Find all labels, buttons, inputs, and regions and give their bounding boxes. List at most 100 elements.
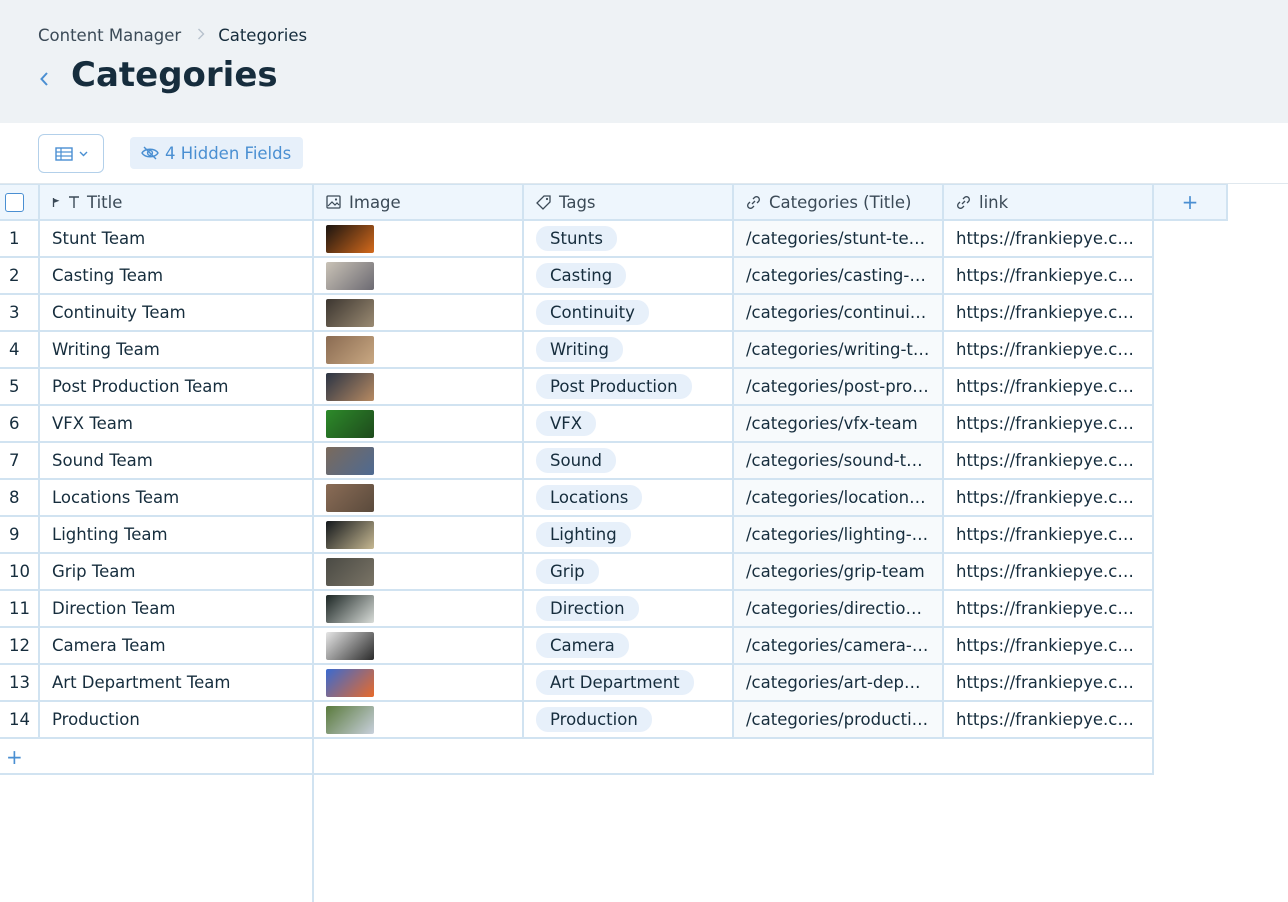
tags-cell[interactable]: Lighting <box>524 517 734 554</box>
link-cell[interactable]: https://frankiepye.com <box>944 332 1154 369</box>
categories-cell[interactable]: /categories/casting-team <box>734 258 944 295</box>
title-cell[interactable]: Writing Team <box>40 332 314 369</box>
link-cell[interactable]: https://frankiepye.com <box>944 554 1154 591</box>
image-thumbnail[interactable] <box>326 446 374 475</box>
categories-cell[interactable]: /categories/vfx-team <box>734 406 944 443</box>
title-cell[interactable]: Lighting Team <box>40 517 314 554</box>
link-cell[interactable]: https://frankiepye.com <box>944 517 1154 554</box>
image-thumbnail[interactable] <box>326 520 374 549</box>
table-row[interactable]: 10 Grip Team Grip/categories/grip-team http… <box>0 554 1154 591</box>
image-thumbnail[interactable] <box>326 298 374 327</box>
image-cell[interactable] <box>314 480 524 517</box>
hidden-fields-button[interactable]: 4 Hidden Fields <box>130 137 304 169</box>
title-cell[interactable]: VFX Team <box>40 406 314 443</box>
title-cell[interactable]: Sound Team <box>40 443 314 480</box>
link-cell[interactable]: https://frankiepye.com <box>944 591 1154 628</box>
image-thumbnail[interactable] <box>326 483 374 512</box>
link-cell[interactable]: https://frankiepye.com <box>944 443 1154 480</box>
image-cell[interactable] <box>314 628 524 665</box>
table-row[interactable]: 13 Art Department Team Art Department/cate… <box>0 665 1154 702</box>
tags-cell[interactable]: Sound <box>524 443 734 480</box>
table-row[interactable]: 7 Sound Team Sound/categories/sound-team ht… <box>0 443 1154 480</box>
column-header-title[interactable]: Title <box>40 184 314 221</box>
add-row-button[interactable]: + <box>0 738 314 775</box>
link-cell[interactable]: https://frankiepye.com <box>944 369 1154 406</box>
image-cell[interactable] <box>314 443 524 480</box>
title-cell[interactable]: Locations Team <box>40 480 314 517</box>
categories-cell[interactable]: /categories/direction-team <box>734 591 944 628</box>
title-cell[interactable]: Post Production Team <box>40 369 314 406</box>
image-cell[interactable] <box>314 554 524 591</box>
column-header-image[interactable]: Image <box>314 184 524 221</box>
title-cell[interactable]: Art Department Team <box>40 665 314 702</box>
categories-cell[interactable]: /categories/locations-team <box>734 480 944 517</box>
link-cell[interactable]: https://frankiepye.com <box>944 702 1154 739</box>
image-cell[interactable] <box>314 369 524 406</box>
image-thumbnail[interactable] <box>326 594 374 623</box>
view-switcher-button[interactable] <box>38 134 104 173</box>
image-thumbnail[interactable] <box>326 668 374 697</box>
link-cell[interactable]: https://frankiepye.com <box>944 295 1154 332</box>
categories-cell[interactable]: /categories/lighting-team <box>734 517 944 554</box>
image-cell[interactable] <box>314 221 524 258</box>
image-cell[interactable] <box>314 517 524 554</box>
image-thumbnail[interactable] <box>326 224 374 253</box>
image-thumbnail[interactable] <box>326 335 374 364</box>
image-thumbnail[interactable] <box>326 705 374 734</box>
table-row[interactable]: 8 Locations Team Locations/categories/loca… <box>0 480 1154 517</box>
image-cell[interactable] <box>314 702 524 739</box>
link-cell[interactable]: https://frankiepye.com <box>944 221 1154 258</box>
link-cell[interactable]: https://frankiepye.com <box>944 480 1154 517</box>
tags-cell[interactable]: Casting <box>524 258 734 295</box>
tags-cell[interactable]: Post Production <box>524 369 734 406</box>
image-thumbnail[interactable] <box>326 409 374 438</box>
table-row[interactable]: 11 Direction Team Direction/categories/dir… <box>0 591 1154 628</box>
image-thumbnail[interactable] <box>326 631 374 660</box>
table-row[interactable]: 3 Continuity Team Continuity/categories/co… <box>0 295 1154 332</box>
select-all-checkbox[interactable] <box>5 192 24 212</box>
image-cell[interactable] <box>314 406 524 443</box>
tags-cell[interactable]: VFX <box>524 406 734 443</box>
add-column-button[interactable]: + <box>1154 184 1228 221</box>
title-cell[interactable]: Production <box>40 702 314 739</box>
image-cell[interactable] <box>314 332 524 369</box>
column-header-tags[interactable]: Tags <box>524 184 734 221</box>
title-cell[interactable]: Camera Team <box>40 628 314 665</box>
categories-cell[interactable]: /categories/sound-team <box>734 443 944 480</box>
table-row[interactable]: 2 Casting Team Casting/categories/casting-… <box>0 258 1154 295</box>
categories-cell[interactable]: /categories/production <box>734 702 944 739</box>
image-cell[interactable] <box>314 295 524 332</box>
link-cell[interactable]: https://frankiepye.com <box>944 258 1154 295</box>
title-cell[interactable]: Direction Team <box>40 591 314 628</box>
table-row[interactable]: 14 Production Production/categories/produc… <box>0 702 1154 739</box>
categories-cell[interactable]: /categories/post-production-team <box>734 369 944 406</box>
table-row[interactable]: 12 Camera Team Camera/categories/camera-te… <box>0 628 1154 665</box>
table-row[interactable]: 5 Post Production Team Post Production/cat… <box>0 369 1154 406</box>
categories-cell[interactable]: /categories/stunt-team <box>734 221 944 258</box>
image-cell[interactable] <box>314 591 524 628</box>
image-thumbnail[interactable] <box>326 261 374 290</box>
tags-cell[interactable]: Locations <box>524 480 734 517</box>
categories-cell[interactable]: /categories/writing-team <box>734 332 944 369</box>
image-thumbnail[interactable] <box>326 372 374 401</box>
link-cell[interactable]: https://frankiepye.com <box>944 406 1154 443</box>
categories-cell[interactable]: /categories/art-department-team <box>734 665 944 702</box>
table-row[interactable]: 6 VFX Team VFX/categories/vfx-team https://… <box>0 406 1154 443</box>
tags-cell[interactable]: Grip <box>524 554 734 591</box>
image-cell[interactable] <box>314 258 524 295</box>
tags-cell[interactable]: Production <box>524 702 734 739</box>
image-thumbnail[interactable] <box>326 557 374 586</box>
categories-cell[interactable]: /categories/camera-team <box>734 628 944 665</box>
back-button[interactable] <box>33 68 55 90</box>
categories-cell[interactable]: /categories/continuity-team <box>734 295 944 332</box>
breadcrumb-content-manager[interactable]: Content Manager <box>38 26 181 45</box>
tags-cell[interactable]: Direction <box>524 591 734 628</box>
column-header-categories[interactable]: Categories (Title) <box>734 184 944 221</box>
column-header-link[interactable]: link <box>944 184 1154 221</box>
tags-cell[interactable]: Continuity <box>524 295 734 332</box>
image-cell[interactable] <box>314 665 524 702</box>
table-row[interactable]: 9 Lighting Team Lighting/categories/lighti… <box>0 517 1154 554</box>
title-cell[interactable]: Stunt Team <box>40 221 314 258</box>
title-cell[interactable]: Grip Team <box>40 554 314 591</box>
categories-cell[interactable]: /categories/grip-team <box>734 554 944 591</box>
